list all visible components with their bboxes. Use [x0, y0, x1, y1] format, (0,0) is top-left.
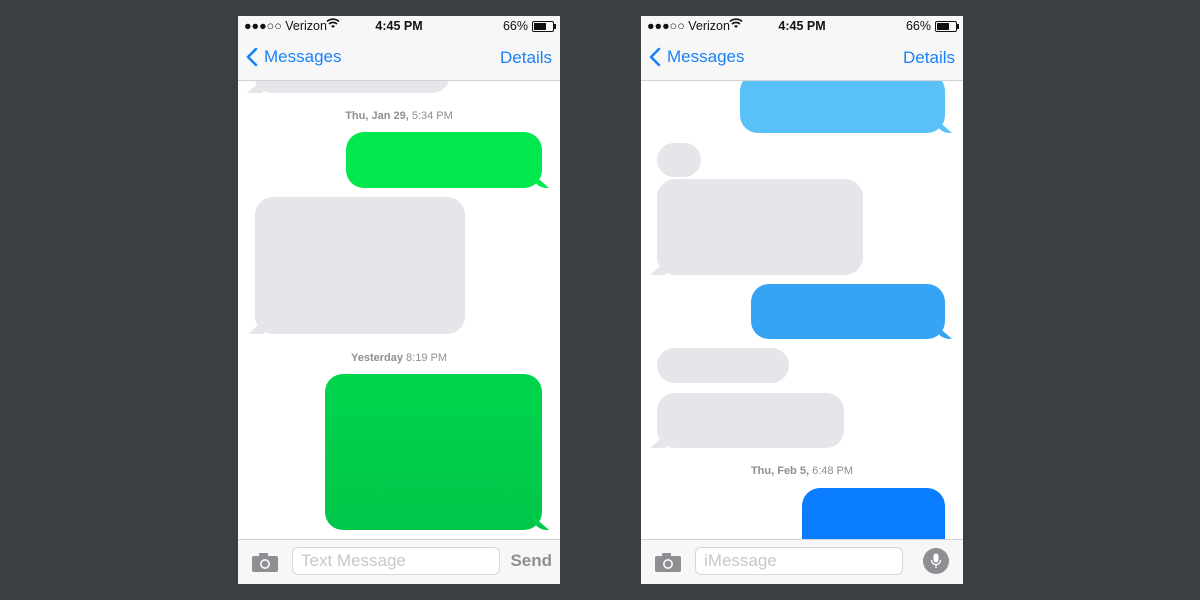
- nav-bar: Messages Details: [641, 36, 963, 81]
- compose-bar: iMessage: [641, 539, 963, 584]
- camera-icon[interactable]: [252, 552, 278, 577]
- received-message-bubble[interactable]: [255, 197, 465, 334]
- message-thread[interactable]: Thu, Jan 29, 5:34 PM Yesterday 8:19 PM: [238, 81, 560, 540]
- received-message-bubble[interactable]: [254, 81, 450, 93]
- sent-sms-bubble[interactable]: [325, 374, 542, 530]
- microphone-button[interactable]: [923, 548, 949, 574]
- text-message-input[interactable]: Text Message: [292, 547, 500, 575]
- imessage-input[interactable]: iMessage: [695, 547, 903, 575]
- battery-status: 66%: [502, 19, 556, 33]
- timestamp: Yesterday 8:19 PM: [350, 352, 447, 364]
- imessage-phone-screen: ●●●○○ Verizon 4:45 PM 66% Messages Detai…: [641, 16, 963, 584]
- back-label: Messages: [264, 47, 342, 66]
- chevron-left-icon: [246, 47, 258, 67]
- status-bar: ●●●○○ Verizon 4:45 PM 66%: [238, 16, 560, 36]
- camera-icon[interactable]: [655, 552, 681, 577]
- battery-icon: [935, 20, 959, 32]
- nav-bar: Messages Details: [238, 36, 560, 81]
- battery-percent: 66%: [905, 19, 931, 33]
- received-message-bubble[interactable]: [657, 348, 789, 383]
- microphone-icon: [930, 553, 942, 568]
- timestamp: Thu, Jan 29, 5:34 PM: [345, 110, 453, 122]
- received-message-bubble[interactable]: [657, 179, 863, 275]
- sent-sms-bubble[interactable]: [346, 132, 542, 188]
- compose-bar: Text Message Send: [238, 539, 560, 584]
- battery-icon: [532, 20, 556, 32]
- sent-imessage-bubble[interactable]: [740, 81, 945, 133]
- back-label: Messages: [667, 47, 745, 66]
- sms-phone-screen: ●●●○○ Verizon 4:45 PM 66% Messages Detai…: [238, 16, 560, 584]
- received-message-bubble[interactable]: [657, 393, 844, 448]
- received-message-bubble[interactable]: [657, 143, 701, 177]
- details-button[interactable]: Details: [903, 48, 955, 68]
- timestamp: Thu, Feb 5, 6:48 PM: [750, 465, 854, 477]
- details-button[interactable]: Details: [500, 48, 552, 68]
- chevron-left-icon: [649, 47, 661, 67]
- sent-imessage-bubble[interactable]: [802, 488, 945, 540]
- back-button[interactable]: Messages: [246, 47, 341, 67]
- send-button[interactable]: Send: [510, 551, 552, 571]
- back-button[interactable]: Messages: [649, 47, 744, 67]
- message-thread[interactable]: Thu, Feb 5, 6:48 PM: [641, 81, 963, 540]
- status-bar: ●●●○○ Verizon 4:45 PM 66%: [641, 16, 963, 36]
- battery-percent: 66%: [502, 19, 528, 33]
- sent-imessage-bubble[interactable]: [751, 284, 945, 339]
- battery-status: 66%: [905, 19, 959, 33]
